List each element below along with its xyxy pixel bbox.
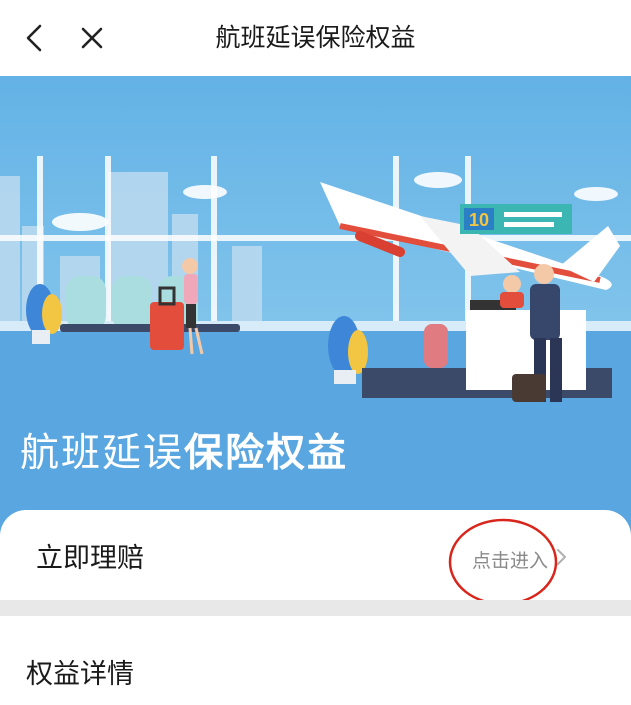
claim-title: 立即理赔	[36, 543, 144, 574]
section-divider	[0, 600, 631, 616]
chevron-right-icon	[557, 549, 566, 565]
page-title: 航班延误保险权益	[215, 23, 416, 52]
details-section-title: 权益详情	[26, 659, 134, 690]
banner-title-bold: 保险权益	[184, 431, 349, 476]
claim-enter-link[interactable]: 点击进入	[472, 546, 548, 573]
gate-sign-number: 10	[469, 210, 489, 230]
banner-title: 航班延误保险权益	[20, 422, 348, 478]
banner-title-regular: 航班延误	[20, 431, 185, 476]
claim-entry-row[interactable]: 立即理赔 点击进入	[0, 510, 631, 600]
nav-bar: 航班延误保险权益	[0, 0, 631, 76]
hero-banner: 10 航班延误保险权益	[0, 76, 631, 536]
